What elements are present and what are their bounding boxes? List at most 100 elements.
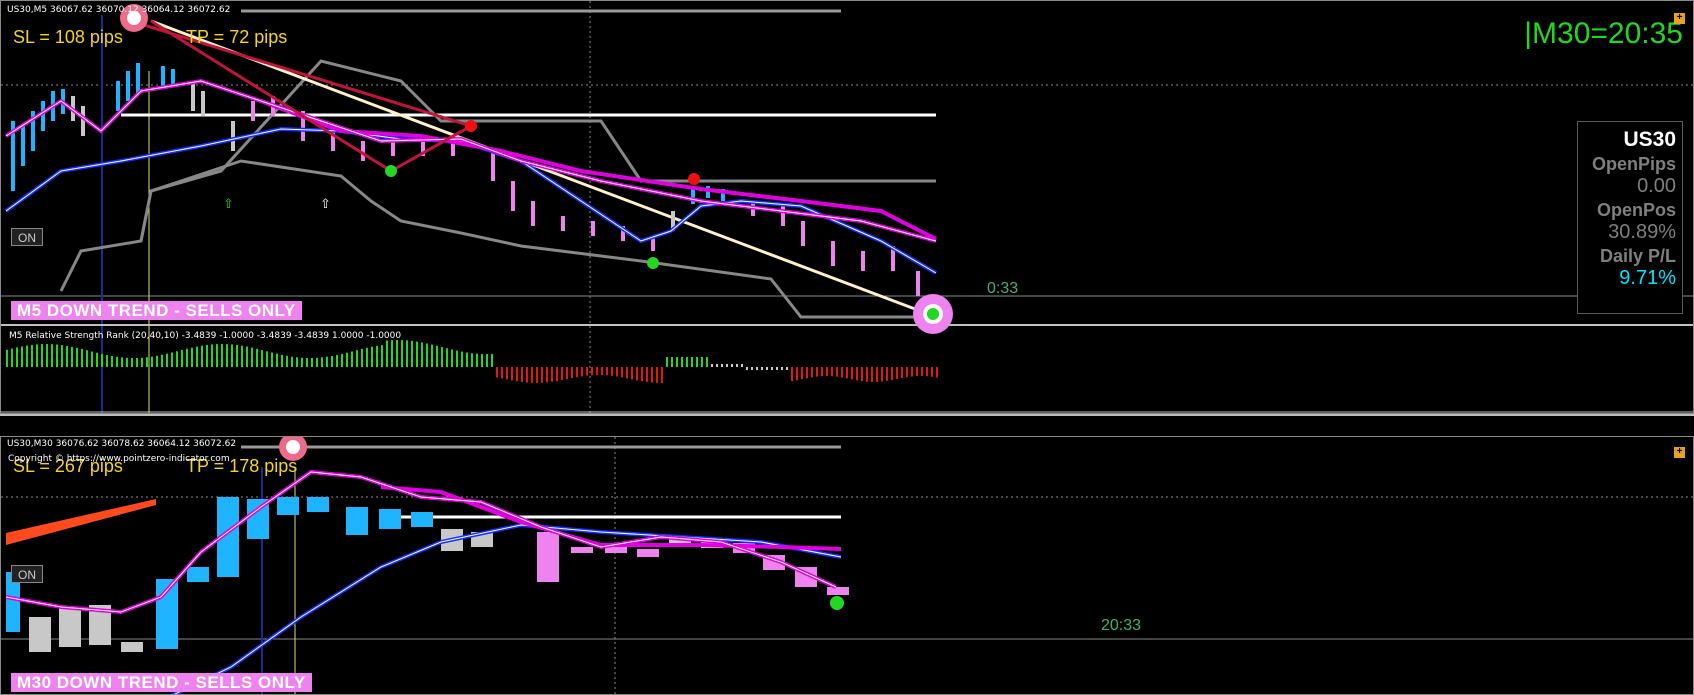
histogram-bar bbox=[266, 351, 268, 367]
histogram-bar bbox=[696, 357, 698, 367]
histogram-bar bbox=[116, 356, 118, 367]
histogram-bar bbox=[486, 353, 488, 367]
histogram-bar bbox=[186, 348, 188, 367]
histogram-bar bbox=[766, 367, 768, 370]
histogram-bar bbox=[586, 367, 588, 376]
histogram-bar bbox=[736, 364, 738, 367]
histogram-bar bbox=[706, 357, 708, 367]
histogram-bar bbox=[651, 367, 653, 383]
m30-fast-ma bbox=[5, 469, 837, 615]
histogram-bar bbox=[161, 354, 163, 367]
histogram-bar bbox=[571, 367, 573, 379]
histogram-bar bbox=[731, 364, 733, 367]
m5-chart-window[interactable]: ⇧ ⇧ US30,M5 36067.62 36070.12 36064.12 3… bbox=[0, 0, 1694, 414]
histogram-bar bbox=[546, 367, 548, 383]
histogram-bar bbox=[241, 345, 243, 367]
histogram-bar bbox=[436, 345, 438, 367]
histogram-bar bbox=[51, 344, 53, 367]
daily-pl-value: 9.71% bbox=[1619, 267, 1676, 289]
histogram-bar bbox=[366, 347, 368, 367]
histogram-bar bbox=[866, 367, 868, 382]
histogram-bar bbox=[526, 367, 528, 383]
histogram-bar bbox=[351, 351, 353, 367]
m5-on-toggle[interactable]: ON bbox=[11, 228, 43, 246]
histogram-bar bbox=[31, 344, 33, 367]
histogram-bar bbox=[421, 342, 423, 367]
histogram-bar bbox=[926, 367, 928, 377]
histogram-bar bbox=[6, 349, 8, 367]
m30-candles bbox=[6, 497, 849, 652]
histogram-bar bbox=[541, 367, 543, 383]
m5-sl-label: SL = 108 pips bbox=[13, 27, 123, 47]
histogram-bar bbox=[931, 367, 933, 377]
histogram-bar bbox=[406, 340, 408, 367]
histogram-bar bbox=[41, 344, 43, 367]
histogram-bar bbox=[686, 357, 688, 367]
histogram-bar bbox=[551, 367, 553, 382]
histogram-bar bbox=[456, 350, 458, 367]
histogram-bar bbox=[816, 367, 818, 377]
histogram-bar bbox=[16, 347, 18, 367]
histogram-bar bbox=[626, 367, 628, 379]
histogram-bar bbox=[181, 349, 183, 367]
histogram-bar bbox=[921, 367, 923, 377]
histogram-bar bbox=[566, 367, 568, 380]
histogram-bar bbox=[271, 352, 273, 367]
histogram-bar bbox=[856, 367, 858, 381]
histogram-bar bbox=[491, 353, 493, 367]
panel-symbol: US30 bbox=[1623, 128, 1676, 151]
histogram-bar bbox=[556, 367, 558, 382]
histogram-bar bbox=[11, 348, 13, 367]
histogram-bar bbox=[646, 367, 648, 382]
m30-on-toggle[interactable]: ON bbox=[11, 565, 43, 583]
histogram-bar bbox=[611, 367, 613, 376]
histogram-bar bbox=[151, 356, 153, 367]
histogram-bar bbox=[641, 367, 643, 382]
m30-add-button[interactable]: + bbox=[1674, 447, 1685, 458]
histogram-bar bbox=[206, 344, 208, 367]
histogram-bar bbox=[806, 367, 808, 379]
histogram-bar bbox=[601, 367, 603, 376]
histogram-bar bbox=[631, 367, 633, 380]
histogram-bar bbox=[286, 355, 288, 367]
histogram-bar bbox=[461, 351, 463, 367]
histogram-bar bbox=[836, 367, 838, 377]
histogram-bar bbox=[726, 364, 728, 367]
histogram-bar bbox=[431, 344, 433, 367]
histogram-bar bbox=[871, 367, 873, 382]
histogram-bar bbox=[346, 352, 348, 367]
histogram-bar bbox=[281, 354, 283, 367]
histogram-bar bbox=[496, 367, 498, 378]
histogram-bar bbox=[96, 352, 98, 367]
m30-window-title: US30,M30 36076.62 36078.62 36064.12 3607… bbox=[7, 439, 237, 449]
histogram-bar bbox=[671, 357, 673, 367]
histogram-bar bbox=[21, 346, 23, 367]
open-pos-label: OpenPos bbox=[1596, 200, 1676, 220]
histogram-bar bbox=[251, 347, 253, 367]
m5-rsr-histogram bbox=[6, 340, 938, 383]
histogram-bar bbox=[891, 367, 893, 381]
histogram-bar bbox=[301, 357, 303, 367]
m5-add-button[interactable]: + bbox=[1674, 13, 1685, 24]
histogram-bar bbox=[136, 357, 138, 367]
histogram-bar bbox=[606, 367, 608, 376]
histogram-bar bbox=[746, 367, 748, 370]
histogram-bar bbox=[881, 367, 883, 382]
histogram-bar bbox=[166, 353, 168, 367]
histogram-bar bbox=[681, 357, 683, 367]
histogram-bar bbox=[896, 367, 898, 380]
histogram-bar bbox=[391, 340, 393, 367]
histogram-bar bbox=[636, 367, 638, 381]
histogram-bar bbox=[226, 344, 228, 367]
histogram-bar bbox=[426, 343, 428, 367]
histogram-bar bbox=[171, 352, 173, 367]
histogram-bar bbox=[121, 357, 123, 367]
histogram-bar bbox=[56, 344, 58, 367]
histogram-bar bbox=[831, 367, 833, 377]
histogram-bar bbox=[481, 353, 483, 367]
histogram-bar bbox=[756, 367, 758, 370]
histogram-bar bbox=[781, 367, 783, 370]
m30-chart-window[interactable]: US30,M30 36076.62 36078.62 36064.12 3607… bbox=[0, 436, 1694, 695]
histogram-bar bbox=[416, 341, 418, 367]
window-separator[interactable] bbox=[0, 414, 1694, 436]
